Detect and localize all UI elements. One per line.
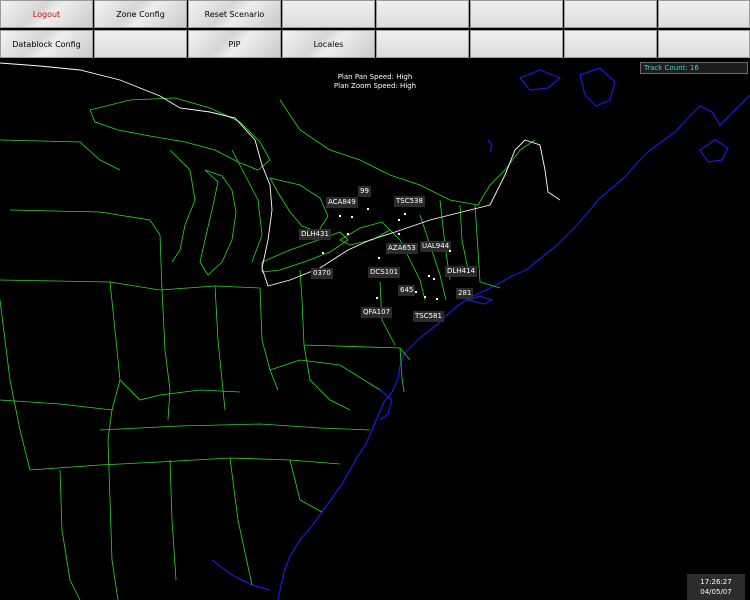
blank-button[interactable]: [470, 0, 563, 28]
radar-map[interactable]: [0, 59, 750, 600]
clock-date: 04/05/07: [700, 588, 732, 596]
track-datablock[interactable]: TSC538: [394, 196, 425, 207]
track-dot[interactable]: [404, 213, 406, 215]
zone-config-button[interactable]: Zone Config: [94, 0, 187, 28]
blank-button[interactable]: [94, 30, 187, 58]
clock-time: 17:26:27: [700, 578, 732, 586]
track-dot[interactable]: [376, 297, 378, 299]
zoom-speed-text: Plan Zoom Speed: High: [333, 82, 417, 90]
track-dot[interactable]: [449, 250, 451, 252]
toolbar: Logout Zone Config Reset Scenario Databl…: [0, 0, 750, 59]
track-datablock[interactable]: 645: [398, 285, 416, 296]
track-datablock[interactable]: DLH431: [299, 229, 331, 240]
track-dot[interactable]: [322, 252, 324, 254]
track-dot[interactable]: [415, 291, 417, 293]
track-dot[interactable]: [428, 275, 430, 277]
blank-button[interactable]: [658, 30, 750, 58]
track-datablock[interactable]: 0370: [311, 268, 333, 279]
pip-button[interactable]: PIP: [188, 30, 281, 58]
pan-speed-text: Plan Pan Speed: High: [337, 73, 413, 81]
blank-button[interactable]: [470, 30, 563, 58]
track-datablock[interactable]: 281: [456, 288, 474, 299]
blank-button[interactable]: [282, 0, 375, 28]
track-dot[interactable]: [398, 233, 400, 235]
blank-button[interactable]: [376, 0, 469, 28]
blank-button[interactable]: [564, 30, 657, 58]
track-datablock[interactable]: QFA107: [361, 307, 393, 318]
state-lines-layer: [0, 97, 536, 600]
track-datablock[interactable]: ACA849: [326, 197, 358, 208]
track-datablock[interactable]: UAL944: [420, 241, 452, 252]
track-datablock[interactable]: TSC581: [413, 311, 444, 322]
blank-button[interactable]: [658, 0, 750, 28]
blank-button[interactable]: [564, 0, 657, 28]
track-dot[interactable]: [351, 216, 353, 218]
track-datablock[interactable]: 99: [358, 186, 371, 197]
track-datablock[interactable]: DCS101: [368, 267, 401, 278]
track-count-box: Track Count: 16: [640, 62, 748, 74]
track-dot[interactable]: [378, 257, 380, 259]
logout-button[interactable]: Logout: [0, 0, 93, 28]
blank-button[interactable]: [376, 30, 469, 58]
track-dot[interactable]: [424, 296, 426, 298]
border-layer: [0, 62, 561, 287]
track-dot[interactable]: [398, 219, 400, 221]
reset-scenario-button[interactable]: Reset Scenario: [188, 0, 281, 28]
track-dot[interactable]: [436, 298, 438, 300]
coastline-layer: [211, 67, 750, 600]
track-dot[interactable]: [339, 215, 341, 217]
datablock-config-button[interactable]: Datablock Config: [0, 30, 93, 58]
track-dot[interactable]: [347, 233, 349, 235]
locales-button[interactable]: Locales: [282, 30, 375, 58]
track-datablock[interactable]: DLH414: [445, 266, 477, 277]
track-dot[interactable]: [433, 278, 435, 280]
clock-panel: 17:26:27 04/05/07: [687, 574, 745, 600]
track-datablock[interactable]: AZA653: [386, 243, 418, 254]
track-dot[interactable]: [367, 208, 369, 210]
